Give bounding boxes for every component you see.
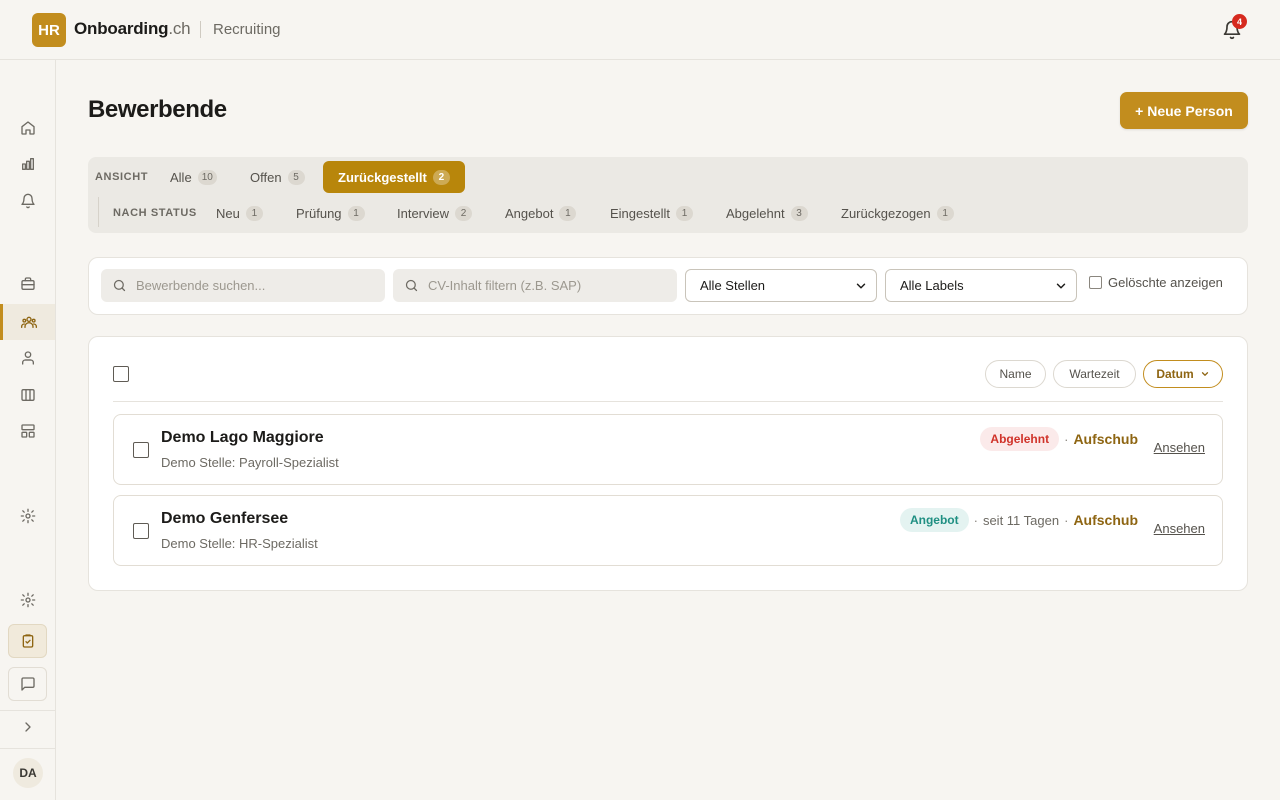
status-label-text: Prüfung xyxy=(296,205,342,221)
status-label-text: Eingestellt xyxy=(610,205,670,221)
status-label-text: Abgelehnt xyxy=(726,205,785,221)
status-label-text: Interview xyxy=(397,205,450,221)
search-icon xyxy=(405,279,418,292)
chevron-right-icon[interactable] xyxy=(0,709,55,745)
status-divider xyxy=(98,197,99,227)
labels-select[interactable]: Alle Labels xyxy=(885,269,1077,302)
list-divider xyxy=(113,401,1223,402)
candidate-name[interactable]: Demo Lago Maggiore xyxy=(161,429,324,447)
status-label-text: Zurückgezogen xyxy=(841,205,931,221)
chevron-down-icon xyxy=(1201,372,1208,376)
candidate-position: Demo Stelle: Payroll-Spezialist xyxy=(161,455,339,470)
avatar[interactable]: DA xyxy=(13,758,43,788)
gear-icon[interactable] xyxy=(0,498,55,534)
briefcase-icon[interactable] xyxy=(0,266,55,302)
sidebar: DA xyxy=(0,60,56,800)
chevron-down-icon xyxy=(856,283,866,289)
status-badge: Abgelehnt xyxy=(980,427,1060,451)
defer-label: Aufschub xyxy=(1073,431,1138,447)
jobs-select[interactable]: Alle Stellen xyxy=(685,269,877,302)
candidate-name[interactable]: Demo Genfersee xyxy=(161,510,288,528)
page-title: Bewerbende xyxy=(88,96,227,123)
top-bar: HR Onboarding.ch Recruiting 4 xyxy=(0,0,1280,60)
status-count: 1 xyxy=(245,205,263,221)
status-rejected[interactable]: Abgelehnt 3 xyxy=(726,197,808,229)
row-checkbox[interactable] xyxy=(133,442,149,458)
board-icon[interactable] xyxy=(0,377,55,413)
sort-name-button[interactable]: Name xyxy=(985,360,1046,388)
separator-dot: · xyxy=(1064,512,1069,528)
labels-select-value: Alle Labels xyxy=(900,278,964,293)
search-icon xyxy=(113,279,126,292)
status-count: 1 xyxy=(559,205,577,221)
jobs-select-value: Alle Stellen xyxy=(700,278,766,293)
candidate-position: Demo Stelle: HR-Spezialist xyxy=(161,536,318,551)
view-link[interactable]: Ansehen xyxy=(1154,521,1205,536)
chevron-down-icon xyxy=(1056,283,1066,289)
chart-icon[interactable] xyxy=(0,146,55,182)
clipboard-icon[interactable] xyxy=(8,624,47,658)
tab-label: Alle xyxy=(170,169,192,185)
defer-label: Aufschub xyxy=(1073,512,1138,528)
settings-icon[interactable] xyxy=(0,582,55,618)
status-count: 1 xyxy=(675,205,693,221)
tab-all[interactable]: Alle 10 xyxy=(170,161,217,193)
tab-count: 10 xyxy=(197,169,217,185)
table-row[interactable]: Demo Lago Maggiore Demo Stelle: Payroll-… xyxy=(113,414,1223,485)
users-icon[interactable] xyxy=(0,304,55,340)
status-hired[interactable]: Eingestellt 1 xyxy=(610,197,693,229)
user-group-icon[interactable] xyxy=(0,340,55,376)
status-withdrawn[interactable]: Zurückgezogen 1 xyxy=(841,197,954,229)
chat-icon[interactable] xyxy=(8,667,47,701)
tab-count: 2 xyxy=(432,169,450,185)
status-count: 1 xyxy=(347,205,365,221)
tab-label: Offen xyxy=(250,169,282,185)
candidate-meta: Abgelehnt · Aufschub xyxy=(980,427,1138,451)
waiting-time: seit 11 Tagen xyxy=(982,512,1060,528)
show-deleted-toggle[interactable]: Gelöschte anzeigen xyxy=(1089,275,1223,290)
separator-dot: · xyxy=(973,512,978,528)
tab-count: 5 xyxy=(287,169,305,185)
notification-count-badge: 4 xyxy=(1232,14,1247,29)
show-deleted-label: Gelöschte anzeigen xyxy=(1108,275,1223,290)
status-label: NACH STATUS xyxy=(113,207,197,219)
sort-date-label: Datum xyxy=(1156,367,1194,381)
select-all-checkbox[interactable] xyxy=(113,366,129,382)
status-label-text: Neu xyxy=(216,205,240,221)
candidate-search-input[interactable] xyxy=(101,269,385,302)
status-count: 3 xyxy=(790,205,808,221)
cv-filter-input[interactable] xyxy=(393,269,677,302)
new-person-button[interactable]: + Neue Person xyxy=(1120,92,1248,129)
home-icon[interactable] xyxy=(0,110,55,146)
tab-label: Zurückgestellt xyxy=(338,169,427,185)
row-checkbox[interactable] xyxy=(133,523,149,539)
status-offer[interactable]: Angebot 1 xyxy=(505,197,577,229)
layout-icon[interactable] xyxy=(0,413,55,449)
view-link[interactable]: Ansehen xyxy=(1154,440,1205,455)
status-count: 2 xyxy=(455,205,473,221)
cv-filter xyxy=(393,269,677,302)
table-row[interactable]: Demo Genfersee Demo Stelle: HR-Spezialis… xyxy=(113,495,1223,566)
module-name: Recruiting xyxy=(213,21,281,38)
status-new[interactable]: Neu 1 xyxy=(216,197,263,229)
logo[interactable]: HR xyxy=(32,13,66,47)
status-review[interactable]: Prüfung 1 xyxy=(296,197,365,229)
candidate-meta: Angebot · seit 11 Tagen · Aufschub xyxy=(899,508,1138,532)
sort-date-button[interactable]: Datum xyxy=(1143,360,1223,388)
brand-divider xyxy=(200,21,201,38)
status-count: 1 xyxy=(936,205,954,221)
status-interview[interactable]: Interview 2 xyxy=(397,197,473,229)
candidate-search xyxy=(101,269,385,302)
show-deleted-checkbox[interactable] xyxy=(1089,276,1102,289)
status-badge: Angebot xyxy=(899,508,969,532)
sidebar-divider xyxy=(0,748,55,749)
status-label-text: Angebot xyxy=(505,205,554,221)
sort-wait-button[interactable]: Wartezeit xyxy=(1053,360,1136,388)
tab-deferred[interactable]: Zurückgestellt 2 xyxy=(323,161,465,193)
view-label: ANSICHT xyxy=(95,171,149,183)
brand-name[interactable]: Onboarding.ch xyxy=(74,19,191,39)
bell-icon[interactable] xyxy=(0,183,55,219)
separator-dot: · xyxy=(1064,431,1069,447)
tab-open[interactable]: Offen 5 xyxy=(250,161,305,193)
